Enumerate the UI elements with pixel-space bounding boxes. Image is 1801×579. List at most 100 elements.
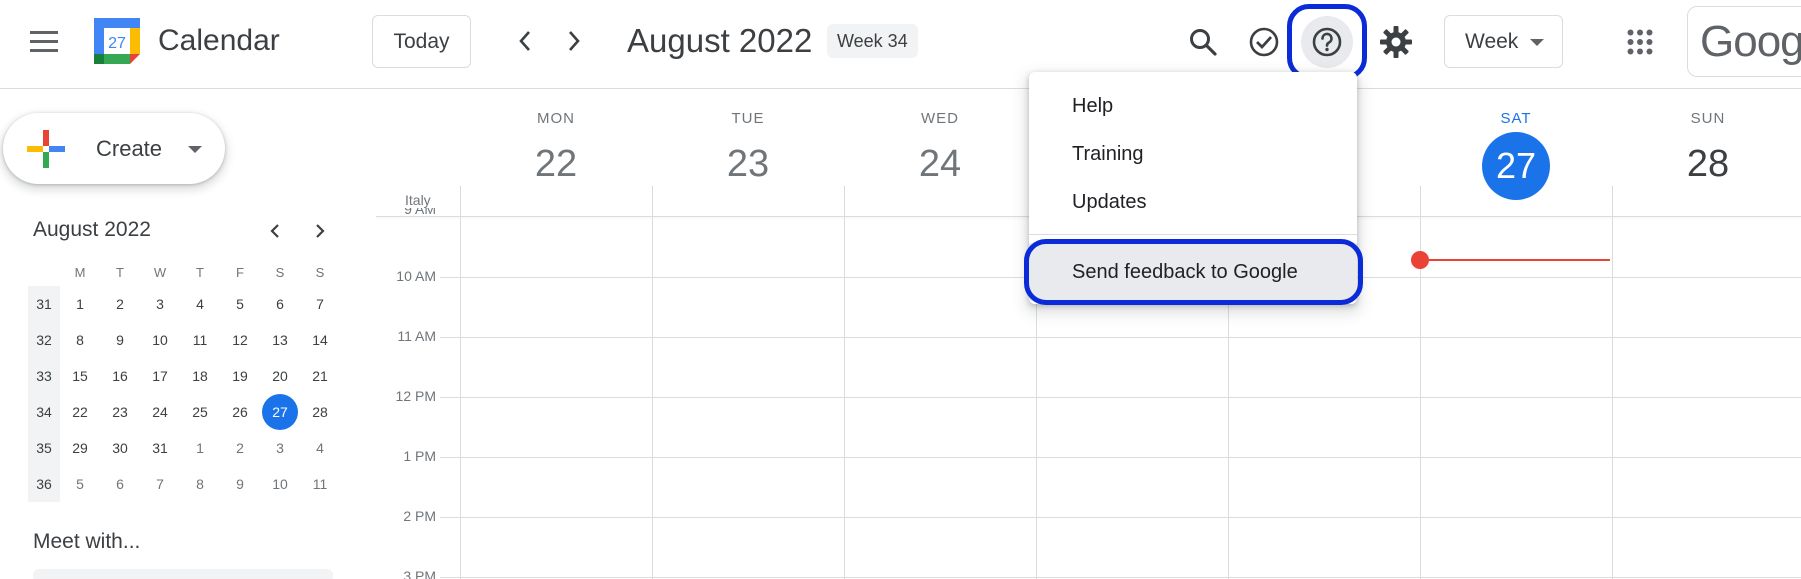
mini-calendar-day[interactable]: 31 [140,430,180,466]
mini-calendar-day[interactable]: 28 [300,394,340,430]
mini-calendar-prev[interactable] [258,214,292,248]
mini-calendar-day[interactable]: 7 [140,466,180,502]
time-label: 2 PM [403,508,436,524]
mini-calendar-day[interactable]: 6 [260,286,300,322]
day-header-mon[interactable]: MON 22 [460,110,652,192]
next-week-button[interactable] [553,20,595,62]
date-number: 28 [1686,143,1730,185]
mini-calendar-day[interactable]: 21 [300,358,340,394]
mini-calendar-day[interactable]: 2 [220,430,260,466]
weekday-label: T [196,264,204,280]
mini-calendar-day[interactable]: 23 [100,394,140,430]
mini-calendar-day[interactable]: 14 [300,322,340,358]
search-button[interactable] [1177,16,1229,68]
week-number[interactable]: 31 [28,286,60,322]
google-account-button[interactable]: Google [1687,6,1801,77]
mini-calendar-week-row: 32 8 9 10 11 12 13 14 [28,322,340,358]
mini-calendar-day[interactable]: 19 [220,358,260,394]
menu-item-updates[interactable]: Updates [1029,178,1357,226]
mini-calendar-day[interactable]: 30 [100,430,140,466]
menu-item-training[interactable]: Training [1029,130,1357,178]
settings-button[interactable] [1370,16,1422,68]
day-column-divider [652,186,653,579]
mini-calendar-grid: M T W T F S S 31 1 2 3 4 5 6 7 32 8 9 10 11 12 13 14 33 15 16 17 18… [28,258,340,502]
help-question-icon [1312,27,1342,57]
menu-item-send-feedback[interactable]: Send feedback to Google [1029,243,1357,301]
current-time-line [1420,259,1610,261]
mini-calendar-day[interactable]: 24 [140,394,180,430]
day-header-wed[interactable]: WED 24 [844,110,1036,192]
mini-calendar-day[interactable]: 4 [180,286,220,322]
mini-calendar-day[interactable]: 11 [300,466,340,502]
mini-calendar-day[interactable]: 7 [300,286,340,322]
mini-calendar-day[interactable]: 3 [260,430,300,466]
mini-calendar-day[interactable]: 27 [260,394,300,430]
mini-calendar-day[interactable]: 12 [220,322,260,358]
mini-calendar-day[interactable]: 17 [140,358,180,394]
week-number[interactable]: 35 [28,430,60,466]
support-menu-button[interactable] [1301,16,1353,68]
mini-calendar-day[interactable]: 5 [220,286,260,322]
mini-calendar-next[interactable] [303,214,337,248]
mini-calendar-day[interactable]: 11 [180,322,220,358]
hamburger-menu-icon [30,31,58,52]
mini-calendar-day[interactable]: 5 [60,466,100,502]
mini-calendar-day[interactable]: 4 [300,430,340,466]
tasks-button[interactable] [1238,16,1290,68]
mini-calendar-day[interactable]: 1 [180,430,220,466]
mini-calendar-day[interactable]: 25 [180,394,220,430]
mini-calendar-day[interactable]: 18 [180,358,220,394]
mini-calendar-week-row: 36 5 6 7 8 9 10 11 [28,466,340,502]
chevron-left-icon [270,224,279,238]
mini-calendar-day[interactable]: 1 [60,286,100,322]
mini-calendar-day[interactable]: 20 [260,358,300,394]
mini-calendar-day[interactable]: 13 [260,322,300,358]
mini-calendar-day[interactable]: 26 [220,394,260,430]
mini-calendar-day[interactable]: 29 [60,430,100,466]
week-number[interactable]: 32 [28,322,60,358]
today-button[interactable]: Today [372,15,471,68]
view-selector[interactable]: Week [1444,15,1563,68]
week-number[interactable]: 34 [28,394,60,430]
day-header-sat[interactable]: SAT 27 [1420,110,1612,200]
chevron-right-icon [569,31,580,51]
mini-calendar-day[interactable]: 6 [100,466,140,502]
previous-week-button[interactable] [504,20,546,62]
mini-calendar-day[interactable]: 8 [60,322,100,358]
menu-item-help[interactable]: Help [1029,82,1357,130]
mini-calendar-day[interactable]: 9 [220,466,260,502]
day-column-divider [844,186,845,579]
mini-calendar-day[interactable]: 16 [100,358,140,394]
day-of-week-label: SUN [1690,110,1726,127]
main-menu-button[interactable] [20,20,68,62]
mini-calendar-day[interactable]: 10 [260,466,300,502]
mini-calendar-day[interactable]: 15 [60,358,100,394]
week-number[interactable]: 33 [28,358,60,394]
day-header-tue[interactable]: TUE 23 [652,110,844,192]
google-apps-button[interactable] [1614,16,1666,68]
mini-calendar-week-row: 34 22 23 24 25 26 27 28 [28,394,340,430]
weekday-label: F [236,264,244,280]
mini-calendar-week-row: 33 15 16 17 18 19 20 21 [28,358,340,394]
mini-calendar-week-row: 31 1 2 3 4 5 6 7 [28,286,340,322]
top-app-bar: 27 Calendar Today August 2022 Week 34 We… [0,0,1801,89]
mini-calendar-day[interactable]: 2 [100,286,140,322]
search-people-input[interactable] [33,569,333,579]
weekday-label: W [153,264,167,280]
week-number-badge: Week 34 [827,24,918,58]
mini-calendar-day[interactable]: 10 [140,322,180,358]
date-number: 23 [726,143,770,185]
mini-calendar-day[interactable]: 22 [60,394,100,430]
time-label: 3 PM [403,568,436,579]
mini-calendar-day[interactable]: 3 [140,286,180,322]
mini-calendar-day[interactable]: 8 [180,466,220,502]
day-column-divider [460,186,461,579]
mini-calendar-day[interactable]: 9 [100,322,140,358]
weekday-label: M [74,264,86,280]
day-header-sun[interactable]: SUN 28 [1612,110,1801,192]
week-number[interactable]: 36 [28,466,60,502]
day-column-divider [1420,186,1421,579]
create-button[interactable]: Create [3,113,225,184]
week-number-column-header [28,258,60,286]
plus-icon [27,130,65,168]
